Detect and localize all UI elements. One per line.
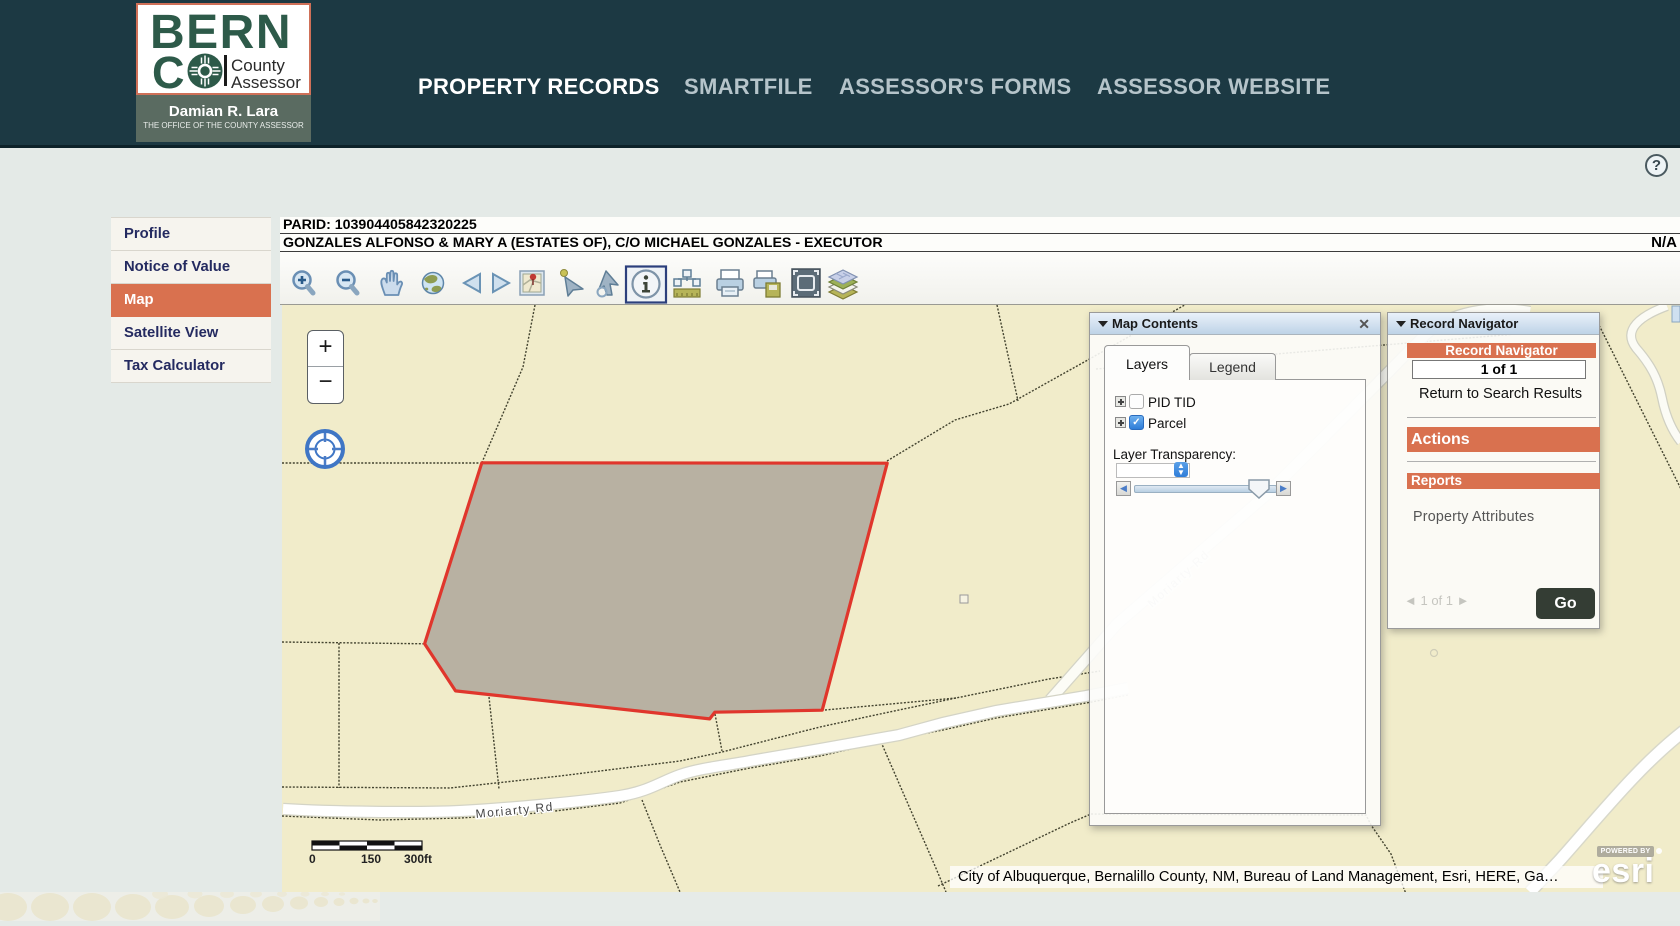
- svg-text:300ft: 300ft: [404, 852, 432, 866]
- svg-text:0: 0: [309, 852, 316, 866]
- svg-text:150: 150: [361, 852, 381, 866]
